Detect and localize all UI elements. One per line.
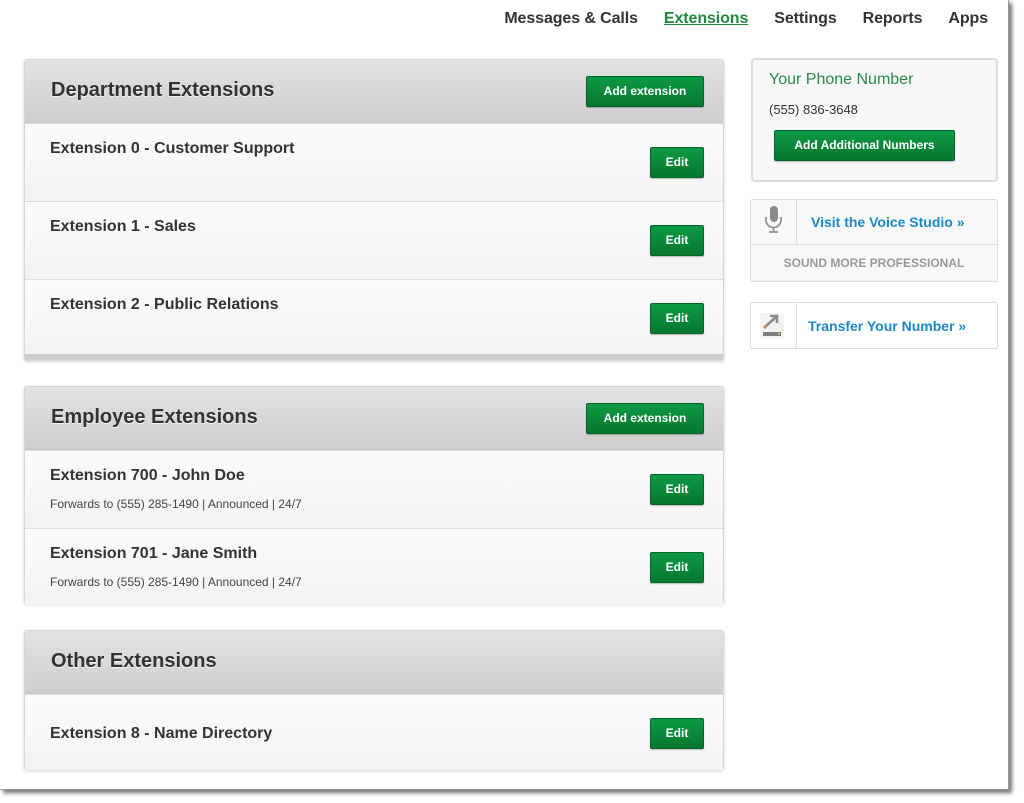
other-extensions-card: Other Extensions Extension 8 - Name Dire…: [24, 630, 724, 770]
transfer-number-panel: Transfer Your Number »: [750, 302, 998, 349]
card-header: Employee Extensions Add extension: [25, 387, 723, 450]
voice-studio-tagline: SOUND MORE PROFESSIONAL: [783, 256, 965, 270]
voice-studio-panel: Visit the Voice Studio » SOUND MORE PROF…: [750, 199, 998, 282]
employee-extensions-card: Employee Extensions Add extension Extens…: [24, 386, 724, 606]
section-title: Department Extensions: [51, 79, 275, 101]
phone-number: (555) 836-3648: [769, 102, 858, 117]
card-footer: [25, 354, 723, 360]
phone-panel-title: Your Phone Number: [769, 71, 914, 88]
edit-button[interactable]: Edit: [650, 718, 704, 749]
extension-title: Extension 0 - Customer Support: [50, 140, 295, 157]
edit-button[interactable]: Edit: [650, 552, 704, 583]
card-header: Other Extensions: [25, 631, 723, 694]
edit-button[interactable]: Edit: [650, 474, 704, 505]
voice-studio-header: Visit the Voice Studio »: [751, 200, 997, 245]
section-title: Other Extensions: [51, 650, 217, 672]
extension-row: Extension 1 - Sales Edit: [25, 201, 723, 279]
top-navigation: Messages & Calls Extensions Settings Rep…: [478, 9, 988, 29]
edit-button[interactable]: Edit: [650, 225, 704, 256]
nav-settings[interactable]: Settings: [774, 9, 836, 29]
nav-apps[interactable]: Apps: [948, 9, 988, 29]
edit-button[interactable]: Edit: [650, 147, 704, 178]
edit-button[interactable]: Edit: [650, 303, 704, 334]
visit-voice-studio-link[interactable]: Visit the Voice Studio »: [811, 214, 965, 230]
extension-title: Extension 8 - Name Directory: [50, 725, 273, 742]
microphone-icon: [751, 200, 797, 244]
add-extension-button[interactable]: Add extension: [586, 403, 704, 434]
extension-title: Extension 2 - Public Relations: [50, 296, 279, 313]
extension-row: Extension 701 - Jane Smith Forwards to (…: [25, 528, 723, 606]
section-title: Employee Extensions: [51, 406, 258, 428]
phone-number-panel: Your Phone Number (555) 836-3648 Add Add…: [751, 58, 998, 182]
extension-title: Extension 1 - Sales: [50, 218, 196, 235]
extension-row: Extension 8 - Name Directory Edit: [25, 694, 723, 770]
extension-details: Forwards to (555) 285-1490 | Announced |…: [50, 497, 302, 511]
nav-messages-calls[interactable]: Messages & Calls: [504, 9, 638, 29]
department-extensions-card: Department Extensions Add extension Exte…: [24, 59, 724, 361]
transfer-your-number-link[interactable]: Transfer Your Number »: [808, 318, 966, 334]
nav-reports[interactable]: Reports: [863, 9, 923, 29]
extension-row: Extension 2 - Public Relations Edit: [25, 279, 723, 357]
card-header: Department Extensions Add extension: [25, 60, 723, 123]
page-frame: Messages & Calls Extensions Settings Rep…: [0, 0, 1009, 790]
extension-details: Forwards to (555) 285-1490 | Announced |…: [50, 575, 302, 589]
nav-extensions[interactable]: Extensions: [664, 9, 748, 29]
extension-title: Extension 701 - Jane Smith: [50, 545, 258, 562]
extension-title: Extension 700 - John Doe: [50, 467, 245, 484]
add-extension-button[interactable]: Add extension: [586, 76, 704, 107]
extension-row: Extension 0 - Customer Support Edit: [25, 123, 723, 201]
transfer-arrow-icon: [751, 303, 797, 348]
add-additional-numbers-button[interactable]: Add Additional Numbers: [774, 130, 955, 161]
extension-row: Extension 700 - John Doe Forwards to (55…: [25, 450, 723, 528]
